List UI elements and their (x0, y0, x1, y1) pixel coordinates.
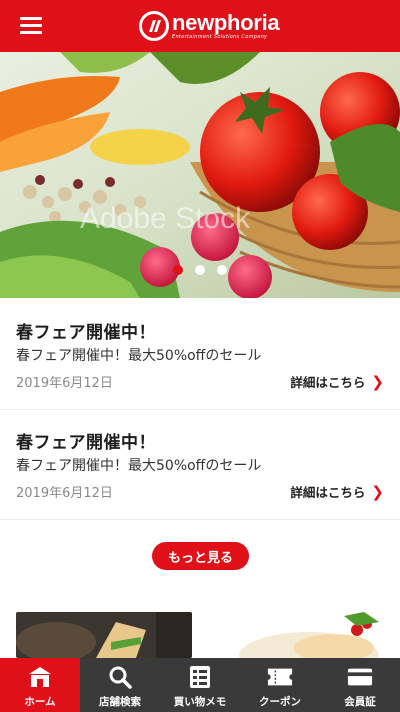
dessert-photo (239, 612, 384, 658)
news-item[interactable]: 春フェア開催中！ 春フェア開催中！最大50%offのセール 2019年6月12日… (0, 300, 400, 410)
news-description: 春フェア開催中！最大50%offのセール (16, 458, 262, 474)
tab-store-search[interactable]: 店舗検索 (80, 658, 160, 712)
news-detail-link-label: 詳細はこちら (290, 485, 366, 500)
tab-store-search-label: 店舗検索 (99, 696, 141, 708)
search-icon (107, 665, 133, 689)
memo-icon (187, 665, 213, 689)
chevron-right-icon: ❯ (371, 482, 384, 501)
more-button[interactable]: もっと見る (152, 542, 249, 570)
news-description: 春フェア開催中！最大50%offのセール (16, 348, 262, 364)
food-thumbnail-right[interactable] (239, 612, 384, 658)
hero-carousel[interactable]: Adobe Stock (0, 52, 400, 298)
carousel-dot-1[interactable] (173, 265, 183, 275)
tab-shopping-memo-label: 買い物メモ (173, 696, 227, 708)
news-detail-link-label: 詳細はこちら (290, 375, 366, 390)
logo-mark-icon (139, 11, 169, 41)
chevron-right-icon: ❯ (371, 372, 384, 391)
tab-coupon-label: クーポン (259, 696, 301, 708)
news-date: 2019年6月12日 (16, 376, 113, 391)
carousel-dot-2[interactable] (195, 265, 205, 275)
news-date: 2019年6月12日 (16, 486, 113, 501)
tab-home[interactable]: ホーム (0, 658, 80, 712)
logo-tagline: Entertainment Solutions Company (172, 34, 268, 40)
sandwich-photo (16, 612, 192, 658)
tab-home-label: ホーム (24, 696, 56, 708)
tab-member-card[interactable]: 会員証 (320, 658, 400, 712)
bottom-tab-bar: ホーム 店舗検索 買い物メモ クーポン 会員証 (0, 658, 400, 712)
news-title: 春フェア開催中！ (16, 323, 156, 343)
coupon-icon (267, 665, 293, 689)
carousel-dot-3[interactable] (217, 265, 227, 275)
tab-shopping-memo[interactable]: 買い物メモ (160, 658, 240, 712)
app-header: newphoria Entertainment Solutions Compan… (0, 0, 400, 52)
carousel-indicators (0, 265, 400, 275)
food-thumbnail-left[interactable] (16, 612, 192, 658)
watermark-text: Adobe Stock (80, 202, 251, 235)
logo-name: newphoria (172, 10, 280, 35)
news-item[interactable]: 春フェア開催中！ 春フェア開催中！最大50%offのセール 2019年6月12日… (0, 410, 400, 520)
hamburger-menu-icon[interactable] (20, 17, 42, 35)
vegetables-photo (0, 52, 400, 298)
news-title: 春フェア開催中！ (16, 433, 156, 453)
news-detail-link[interactable]: 詳細はこちら ❯ (290, 372, 384, 391)
tab-coupon[interactable]: クーポン (240, 658, 320, 712)
home-icon (27, 665, 53, 689)
member-card-icon (347, 665, 373, 689)
brand-logo[interactable]: newphoria Entertainment Solutions Compan… (139, 10, 280, 42)
news-detail-link[interactable]: 詳細はこちら ❯ (290, 482, 384, 501)
tab-member-card-label: 会員証 (344, 696, 376, 708)
